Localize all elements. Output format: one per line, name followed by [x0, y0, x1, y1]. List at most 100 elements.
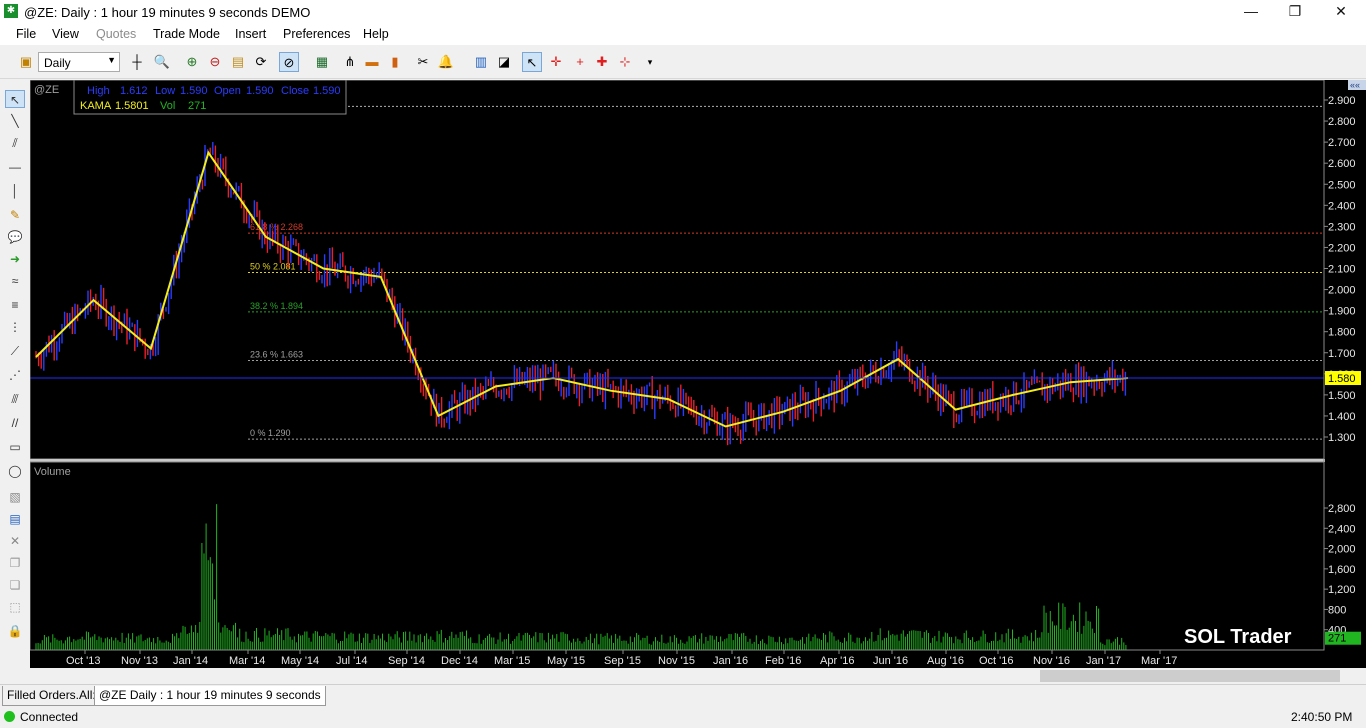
lock-drawings-icon[interactable]: 🔒 — [5, 622, 25, 640]
time-tick-label: Aug '16 — [927, 655, 964, 667]
price-tick-label: 2.900 — [1328, 95, 1356, 107]
bars-icon[interactable]: ▮ — [385, 52, 405, 72]
close-button[interactable]: ✕ — [1318, 0, 1364, 24]
title-bar: ✱ @ZE: Daily : 1 hour 19 minutes 9 secon… — [0, 0, 1366, 24]
cut-icon[interactable]: ✂ — [413, 52, 433, 72]
volume-tick-label: 1,600 — [1328, 564, 1356, 576]
crosshair-dot-icon[interactable]: ✚ — [592, 52, 612, 72]
maximize-button[interactable]: ❐ — [1272, 0, 1318, 24]
vertical-line-icon[interactable]: │ — [5, 182, 25, 200]
book-icon[interactable]: ▥ — [471, 52, 491, 72]
open-label: Open — [214, 85, 241, 97]
speed-lines-icon[interactable]: ⫻ — [5, 390, 25, 408]
menu-file[interactable]: File — [16, 27, 36, 41]
last-price-label: 1.580 — [1328, 373, 1356, 385]
gann-fan-icon[interactable]: ⟋ — [5, 342, 25, 360]
toolbar-overflow-icon[interactable]: ▾ — [640, 52, 660, 72]
volume-title: Volume — [34, 466, 71, 478]
pitchfork-icon[interactable]: ⋰ — [5, 366, 25, 384]
note-tool-icon[interactable]: ✎ — [5, 206, 25, 224]
time-tick-label: May '15 — [547, 655, 585, 667]
ellipse-tool-icon[interactable]: ◯ — [5, 462, 25, 480]
interval-value: Daily — [44, 56, 71, 70]
kama-value: 1.5801 — [115, 100, 149, 112]
time-tick-label: Mar '17 — [1141, 655, 1177, 667]
status-bar: Connected 2:40:50 PM — [0, 706, 1366, 728]
bar-type-icon[interactable]: ┼ — [127, 52, 147, 72]
scrollbar-thumb[interactable] — [1040, 670, 1340, 682]
volume-tick-label: 2,800 — [1328, 503, 1356, 515]
double-chevron-icon: «« — [1350, 80, 1360, 90]
alert-bell-icon[interactable]: 🔔 — [436, 52, 456, 72]
price-tick-label: 2.100 — [1328, 264, 1356, 276]
delete-tool-icon[interactable]: ✕ — [5, 532, 25, 550]
chart-window[interactable]: 61.8 % 2.268 50 % 2.081 38.2 % 1.894 23.6 %… — [29, 78, 1366, 668]
menu-trade-mode[interactable]: Trade Mode — [153, 27, 220, 41]
volume-tick-label: 800 — [1328, 604, 1346, 616]
chevron-down-icon: ▼ — [107, 55, 116, 65]
layout-icon[interactable]: ⋔ — [340, 52, 360, 72]
symbol-icon[interactable]: ▣ — [16, 52, 36, 72]
price-tick-label: 2.200 — [1328, 242, 1356, 254]
paste-tool-icon[interactable]: ❏ — [5, 576, 25, 594]
price-tick-label: 2.300 — [1328, 221, 1356, 233]
parallel-lines-icon[interactable]: // — [5, 414, 25, 432]
high-label: High — [87, 85, 110, 97]
horizontal-line-icon[interactable]: — — [5, 158, 25, 176]
connection-status: Connected — [20, 710, 79, 724]
kama-label: KAMA — [80, 100, 112, 112]
time-tick-label: Mar '14 — [229, 655, 265, 667]
zoom-icon[interactable]: 🔍 — [152, 52, 172, 72]
close-label: Close — [281, 85, 309, 97]
lock-icon[interactable]: ▤ — [228, 52, 248, 72]
tab-chart[interactable]: @ZE Daily : 1 hour 19 minutes 9 seconds — [94, 686, 326, 706]
open-value: 1.590 — [246, 85, 274, 97]
volume-tick-label: 2,000 — [1328, 544, 1356, 556]
properties-tool-icon[interactable]: ▤ — [5, 510, 25, 528]
menu-quotes[interactable]: Quotes — [96, 27, 136, 41]
arrow-tool-icon[interactable]: ➜ — [5, 250, 25, 268]
menu-preferences[interactable]: Preferences — [283, 27, 350, 41]
channel-tool-icon[interactable]: ⫽ — [5, 134, 25, 152]
eraser-icon[interactable]: ◪ — [494, 52, 514, 72]
chart-canvas[interactable]: 61.8 % 2.26850 % 2.08138.2 % 1.89423.6 %… — [29, 78, 1366, 668]
interval-select[interactable]: Daily ▼ — [38, 52, 120, 72]
last-volume-label: 271 — [1328, 633, 1346, 645]
select-tool-icon[interactable]: ↖ — [5, 90, 25, 108]
rectangle-tool-icon[interactable]: ▭ — [5, 438, 25, 456]
template-tool-icon[interactable]: ▧ — [5, 488, 25, 506]
callout-tool-icon[interactable]: 💬 — [5, 228, 25, 246]
refresh-icon[interactable]: ⟳ — [251, 52, 271, 72]
chart-horizontal-scrollbar[interactable] — [30, 668, 1366, 684]
colors-icon[interactable]: ▬ — [362, 52, 382, 72]
copy-tool-icon[interactable]: ❐ — [5, 554, 25, 572]
curve-tool-icon[interactable]: ≈ — [5, 272, 25, 290]
crosshair-icon[interactable]: ✛ — [546, 52, 566, 72]
time-tick-label: Mar '15 — [494, 655, 530, 667]
close-value: 1.590 — [313, 85, 341, 97]
crosshair-arrow-icon[interactable]: ⊹ — [615, 52, 635, 72]
trendline-tool-icon[interactable]: ╲ — [5, 112, 25, 130]
time-tick-label: Feb '16 — [765, 655, 801, 667]
zoom-out-icon[interactable]: ⊖ — [205, 52, 225, 72]
time-tick-label: Dec '14 — [441, 655, 478, 667]
select-area-icon[interactable]: ⬚ — [5, 598, 25, 616]
svg-text:High 1.612 Low: High 1.612 Low 1.590 Open 1.590 Close 1.… — [87, 85, 341, 97]
crosshair-mode-icon[interactable]: ⊘ — [279, 52, 299, 72]
vol-label: Vol — [160, 100, 175, 112]
low-value: 1.590 — [180, 85, 208, 97]
tab-filled-orders[interactable]: Filled Orders.All:0 — [2, 686, 108, 706]
time-tick-label: Apr '16 — [820, 655, 855, 667]
crosshair-plus-icon[interactable]: + — [570, 52, 590, 72]
menu-help[interactable]: Help — [363, 27, 389, 41]
zoom-in-icon[interactable]: ⊕ — [182, 52, 202, 72]
minimize-button[interactable]: — — [1228, 0, 1274, 24]
time-tick-label: Jul '14 — [336, 655, 367, 667]
symbol-label: @ZE — [34, 84, 59, 96]
menu-view[interactable]: View — [52, 27, 79, 41]
menu-insert[interactable]: Insert — [235, 27, 266, 41]
pointer-icon[interactable]: ↖ — [522, 52, 542, 72]
fibonacci-tool-icon[interactable]: ≡ — [5, 296, 25, 314]
chart-type-icon[interactable]: ▦ — [312, 52, 332, 72]
fib-extension-icon[interactable]: ⋮ — [5, 318, 25, 336]
